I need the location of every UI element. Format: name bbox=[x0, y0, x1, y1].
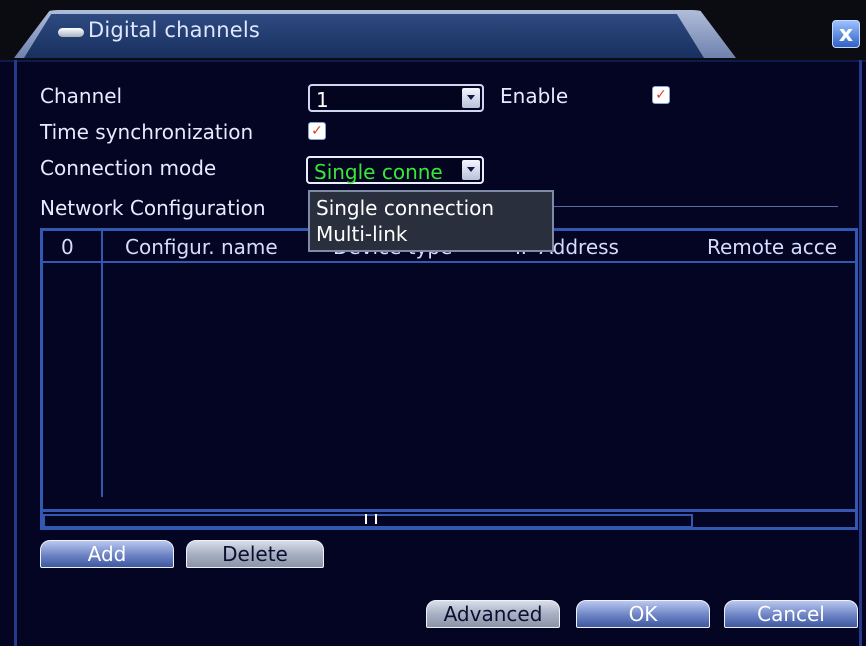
column-divider bbox=[101, 231, 103, 497]
enable-label: Enable bbox=[500, 84, 569, 108]
window-title: Digital channels bbox=[88, 18, 261, 42]
dropdown-option-single-connection[interactable]: Single connection bbox=[316, 196, 494, 220]
network-config-label: Network Configuration bbox=[40, 196, 266, 220]
connection-mode-label: Connection mode bbox=[40, 156, 217, 180]
advanced-button[interactable]: Advanced bbox=[426, 600, 560, 628]
time-sync-label: Time synchronization bbox=[40, 120, 254, 144]
scrollbar-grip-icon[interactable] bbox=[365, 514, 377, 524]
ok-button[interactable]: OK bbox=[576, 600, 710, 628]
column-header-config-name[interactable]: Configur. name bbox=[125, 235, 278, 259]
column-header-index: 0 bbox=[61, 235, 74, 259]
digital-channels-dialog: Digital channels x Channel 1 Enable ✓ Ti… bbox=[0, 0, 866, 646]
horizontal-scrollbar[interactable] bbox=[43, 509, 855, 528]
cancel-button[interactable]: Cancel bbox=[724, 600, 858, 628]
network-config-table[interactable]: 0 Configur. name Device type IP Address … bbox=[40, 228, 858, 530]
channel-value: 1 bbox=[316, 88, 329, 112]
time-sync-checkbox[interactable]: ✓ bbox=[308, 122, 326, 140]
column-header-remote-access[interactable]: Remote acce bbox=[707, 235, 837, 259]
header-divider bbox=[43, 261, 855, 263]
chevron-down-icon[interactable] bbox=[462, 88, 480, 108]
dropdown-option-multi-link[interactable]: Multi-link bbox=[316, 222, 407, 246]
section-divider bbox=[552, 206, 838, 207]
title-icon bbox=[58, 28, 84, 37]
channel-label: Channel bbox=[40, 84, 123, 108]
close-button[interactable]: x bbox=[832, 20, 860, 48]
enable-checkbox[interactable]: ✓ bbox=[652, 86, 670, 104]
chevron-down-icon[interactable] bbox=[462, 160, 480, 180]
connection-mode-select[interactable]: Single conne bbox=[306, 156, 484, 184]
channel-select[interactable]: 1 bbox=[308, 84, 484, 112]
connection-mode-value: Single conne bbox=[314, 160, 443, 184]
delete-button[interactable]: Delete bbox=[186, 540, 324, 568]
title-bar: Digital channels x bbox=[0, 0, 866, 62]
add-button[interactable]: Add bbox=[40, 540, 174, 568]
connection-mode-dropdown[interactable]: Single connection Multi-link bbox=[308, 190, 554, 252]
